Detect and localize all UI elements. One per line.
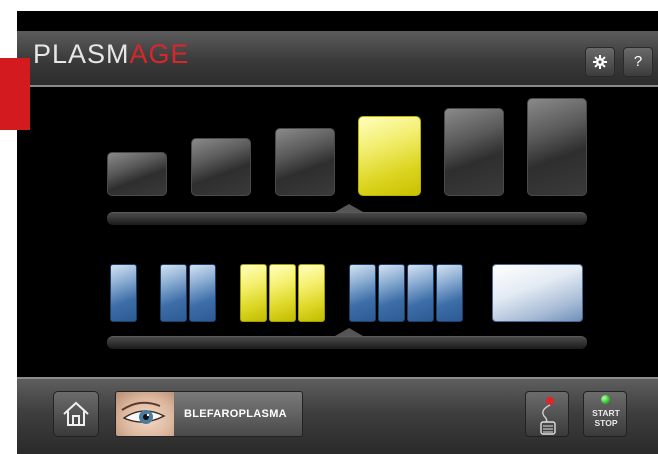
- status-led: [601, 395, 610, 404]
- start-label: START: [592, 408, 620, 418]
- tip-block-5[interactable]: [492, 264, 583, 322]
- tip-block-4b[interactable]: [378, 264, 405, 322]
- device-screen: PLASMAGE ? BLEFAROPLASMA START STOP: [17, 11, 658, 454]
- home-button[interactable]: [53, 391, 99, 437]
- start-stop-button[interactable]: START STOP: [583, 391, 627, 437]
- eye-icon: [121, 401, 166, 424]
- intensity-slider-track[interactable]: [107, 212, 587, 225]
- gear-icon: [593, 55, 607, 69]
- intensity-level-5[interactable]: [444, 108, 504, 196]
- tip-block-4a[interactable]: [349, 264, 376, 322]
- settings-button[interactable]: [585, 47, 615, 77]
- footswitch-icon: [540, 397, 556, 435]
- intensity-level-4[interactable]: [358, 116, 421, 196]
- eye-thumbnail: [116, 392, 174, 436]
- logo-accent-text: AGE: [129, 39, 190, 69]
- intensity-level-1[interactable]: [107, 152, 167, 196]
- start-stop-label: START STOP: [584, 408, 628, 428]
- tip-block-4c[interactable]: [407, 264, 434, 322]
- intensity-level-2[interactable]: [191, 138, 251, 196]
- tip-block-4d[interactable]: [436, 264, 463, 322]
- tip-block-3a[interactable]: [240, 264, 267, 322]
- app-logo: PLASMAGE: [33, 39, 190, 70]
- tip-block-2a[interactable]: [160, 264, 187, 322]
- intensity-level-3[interactable]: [275, 128, 335, 196]
- program-selector[interactable]: BLEFAROPLASMA: [115, 391, 303, 437]
- brand-red-tab: [0, 58, 30, 130]
- tip-block-3c[interactable]: [298, 264, 325, 322]
- tip-indicator: [335, 328, 363, 336]
- header-divider: [17, 85, 658, 87]
- help-button[interactable]: ?: [623, 47, 653, 77]
- tip-block-3b[interactable]: [269, 264, 296, 322]
- tip-block-2b[interactable]: [189, 264, 216, 322]
- stop-label: STOP: [594, 418, 618, 428]
- program-label: BLEFAROPLASMA: [184, 408, 287, 420]
- intensity-indicator: [335, 204, 363, 212]
- footswitch-button[interactable]: [525, 391, 569, 437]
- intensity-level-6[interactable]: [527, 98, 587, 196]
- logo-text: PLASM: [33, 39, 130, 69]
- tip-slider-track[interactable]: [107, 336, 587, 349]
- home-icon: [63, 401, 89, 426]
- tip-block-1[interactable]: [110, 264, 137, 322]
